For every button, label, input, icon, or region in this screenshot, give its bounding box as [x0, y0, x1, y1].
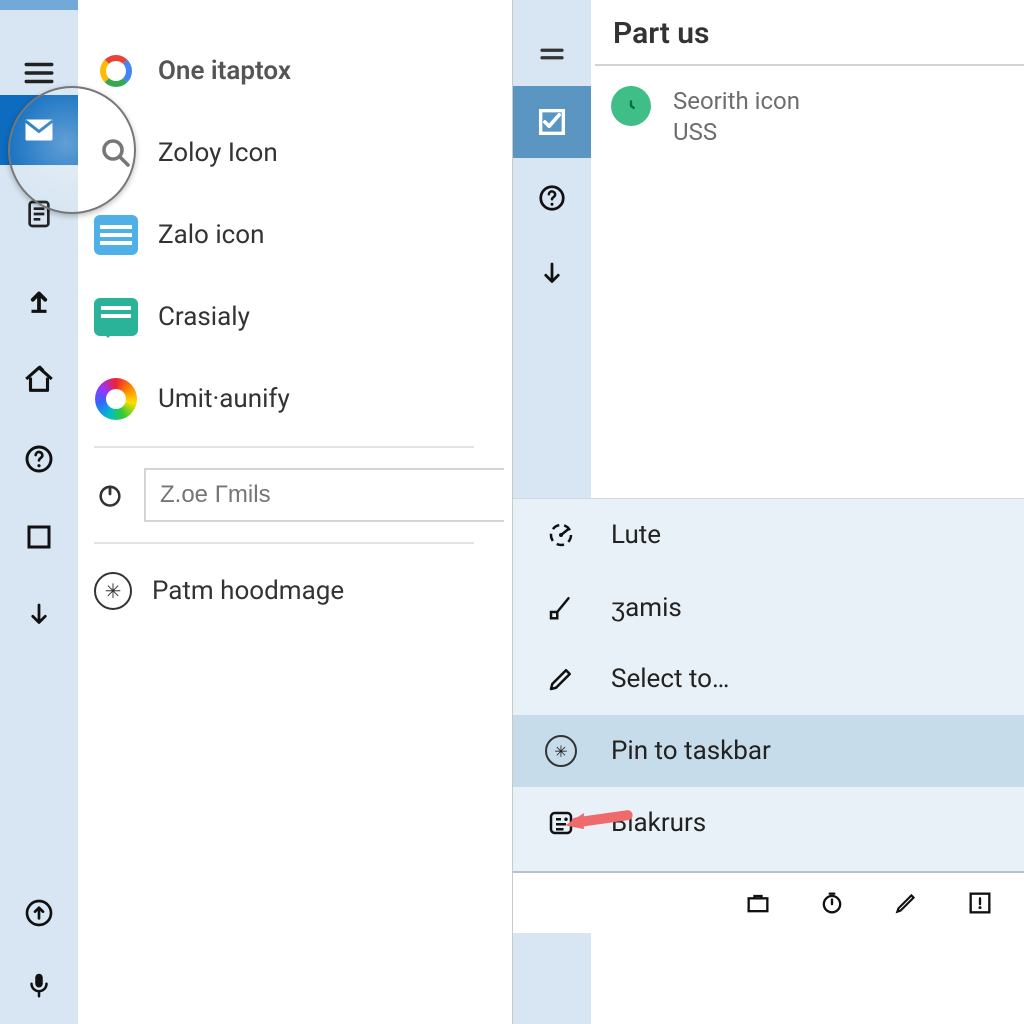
- list-item-label: Zalo icon: [158, 220, 264, 250]
- home-icon[interactable]: [0, 340, 78, 418]
- board-icon: [541, 803, 581, 843]
- left-panel: Morflow: [0, 0, 512, 1024]
- list-item[interactable]: Umit·aunify: [94, 358, 504, 440]
- mail-icon[interactable]: [0, 95, 78, 165]
- checkbox-icon[interactable]: [513, 86, 591, 158]
- arrow-down-icon[interactable]: [513, 238, 591, 310]
- footer-toolbar: [513, 871, 1024, 933]
- menu-item-label: ʒamis: [611, 592, 682, 623]
- menu-item-label: Select to…: [611, 664, 729, 694]
- divider: [595, 64, 1024, 66]
- item-subtitle: USS: [673, 117, 800, 148]
- mic-icon[interactable]: [0, 946, 78, 1024]
- menu-item-label: Lute: [611, 520, 661, 550]
- alert-icon[interactable]: [963, 886, 997, 920]
- menu-item-label: Biakrurs: [611, 808, 706, 838]
- hamburger-icon[interactable]: [513, 18, 591, 90]
- square-icon[interactable]: [0, 498, 78, 576]
- list-item[interactable]: One itaptox: [94, 30, 504, 112]
- chat-icon: [94, 295, 138, 339]
- list-item[interactable]: Seorith icon USS: [611, 86, 800, 148]
- stamp-icon: ✳: [94, 572, 132, 610]
- circle-up-icon[interactable]: [0, 874, 78, 952]
- menu-item-lute[interactable]: Lute: [513, 499, 1024, 571]
- right-panel: • Part us Seorith icon USS Lute ʒamis: [512, 0, 1024, 1024]
- context-menu: Lute ʒamis Select to… ✳ Pin to taskbar B…: [513, 498, 1024, 933]
- divider: [94, 446, 474, 448]
- upload-icon[interactable]: [0, 262, 78, 340]
- target-icon: [541, 515, 581, 555]
- list-item[interactable]: ✳ Patm hoodmage: [94, 550, 504, 632]
- left-rail: [0, 0, 78, 1024]
- stamp-icon: ✳: [541, 731, 581, 771]
- search-row: [94, 454, 504, 536]
- menu-item-label: Pin to taskbar: [611, 736, 771, 766]
- app-list: One itaptox Zoloy Icon Zalo icon Crasial…: [94, 30, 504, 632]
- timer-icon[interactable]: [815, 886, 849, 920]
- menu-item-select-to[interactable]: Select to…: [513, 643, 1024, 715]
- google-icon: [94, 49, 138, 93]
- list-item[interactable]: Crasialy: [94, 276, 504, 358]
- menu-item-pin-to-taskbar[interactable]: ✳ Pin to taskbar: [513, 715, 1024, 787]
- help-icon[interactable]: [513, 162, 591, 234]
- list-item-label: Patm hoodmage: [152, 576, 344, 606]
- list-item[interactable]: Zalo icon: [94, 194, 504, 276]
- search-icon: [94, 131, 138, 175]
- search-input[interactable]: [144, 468, 504, 522]
- list-item-label: Crasialy: [158, 302, 250, 332]
- menu-item-jamis[interactable]: ʒamis: [513, 571, 1024, 643]
- arrow-down-icon[interactable]: [0, 576, 78, 654]
- clock-icon: [611, 86, 651, 126]
- edit-icon[interactable]: [889, 886, 923, 920]
- aperture-icon: [94, 377, 138, 421]
- menu-item-biakrurs[interactable]: Biakrurs: [513, 787, 1024, 859]
- power-icon[interactable]: [94, 479, 126, 511]
- divider: [94, 542, 474, 544]
- list-item-label: One itaptox: [158, 56, 291, 86]
- card-icon: [94, 213, 138, 257]
- help-icon[interactable]: [0, 420, 78, 498]
- list-item-label: Zoloy Icon: [158, 138, 278, 168]
- document-icon[interactable]: [0, 175, 78, 253]
- path-icon: [541, 587, 581, 627]
- list-item-label: Umit·aunify: [158, 384, 290, 414]
- pen-icon: [541, 659, 581, 699]
- panel-title: Part us: [613, 16, 709, 51]
- item-title: Seorith icon: [673, 86, 800, 117]
- list-item[interactable]: Zoloy Icon: [94, 112, 504, 194]
- briefcase-icon[interactable]: [741, 886, 775, 920]
